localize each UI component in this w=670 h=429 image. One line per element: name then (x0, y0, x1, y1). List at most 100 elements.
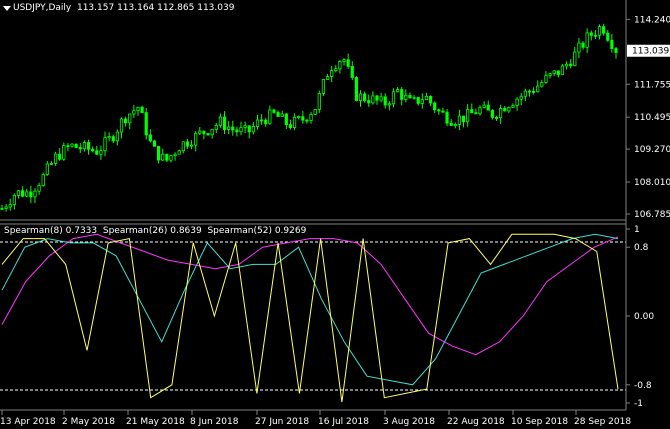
candle (400, 87, 404, 106)
chart-canvas: 114.240 111.755 110.495 109.270 108.010 106.7… (0, 0, 670, 427)
candle (21, 186, 25, 198)
candle (74, 143, 78, 148)
candle (350, 61, 354, 81)
candle (445, 108, 449, 127)
candle (66, 143, 70, 152)
candle (589, 30, 593, 41)
candle (313, 109, 317, 115)
candle (49, 161, 54, 166)
candle (25, 188, 29, 198)
s52-label: Spearman(52) (207, 226, 272, 236)
candle (511, 103, 515, 109)
candle (136, 106, 140, 116)
candle (606, 29, 610, 42)
candle (62, 142, 66, 161)
candle (416, 96, 420, 106)
s8-label: Spearman(8) (4, 226, 63, 236)
candle (119, 117, 124, 139)
candle (482, 101, 486, 109)
candle (354, 76, 358, 102)
spearman8-line (1, 233, 619, 403)
candle (82, 140, 87, 152)
candle (474, 108, 478, 115)
candle (8, 198, 12, 211)
osc-axis: 1 0.8 0.00 -0.8 -1 (626, 225, 654, 409)
candle (420, 93, 424, 109)
candle (132, 104, 136, 118)
candle (16, 190, 21, 199)
osc-tick-label: -0.8 (634, 381, 652, 391)
candle (577, 37, 581, 59)
candle (556, 70, 560, 78)
candle (457, 109, 462, 131)
s26-value: 0.8639 (170, 226, 202, 236)
candle (573, 47, 577, 67)
candle (272, 108, 276, 114)
candle (581, 41, 585, 50)
candle (165, 153, 169, 163)
symbol-label: USDJPY,Daily (13, 3, 72, 13)
current-price-label: 113.039 (632, 47, 669, 57)
candle (173, 152, 177, 161)
candle (243, 121, 247, 134)
candle (317, 90, 321, 114)
candle (346, 53, 350, 69)
candle (0, 204, 4, 210)
current-price-marker: 113.039 (627, 44, 670, 57)
candle (115, 129, 119, 146)
candle (536, 80, 540, 93)
osc-tick-label: -1 (634, 399, 643, 409)
candle (260, 114, 264, 125)
candle (433, 101, 437, 114)
candle (515, 97, 519, 111)
candle (169, 155, 173, 163)
candle (507, 106, 511, 114)
candle (527, 89, 532, 97)
candle (227, 121, 231, 135)
candle (140, 105, 144, 114)
candle (428, 95, 433, 107)
candle (124, 116, 128, 127)
candle (86, 139, 91, 155)
price-tick-label: 111.755 (634, 80, 670, 90)
symbol-header: USDJPY,Daily 113.157 113.164 112.865 113… (13, 3, 234, 13)
symbol-dropdown-icon[interactable] (3, 6, 11, 11)
candle (99, 145, 103, 160)
candle (148, 129, 152, 143)
date-tick-label: 2 May 2018 (62, 417, 115, 427)
candle (222, 111, 227, 134)
candle (185, 138, 190, 149)
price-tick-label: 109.270 (634, 145, 670, 155)
candle (177, 149, 181, 155)
candle (41, 172, 45, 187)
indicator-header: Spearman(8) 0.7333 Spearman(26) 0.8639 S… (4, 226, 306, 236)
date-tick-label: 8 Jun 2018 (190, 417, 239, 427)
price-candles (0, 23, 618, 212)
date-tick-label: 27 Jun 2018 (255, 417, 309, 427)
candle (478, 105, 482, 116)
candle (523, 88, 527, 102)
candle (210, 129, 214, 139)
candle (33, 188, 37, 204)
candle (103, 131, 107, 157)
price-tick-label: 110.495 (634, 113, 670, 123)
candle (334, 65, 338, 73)
candle (301, 110, 305, 124)
candle (499, 104, 503, 124)
candle (466, 104, 470, 127)
candle (342, 58, 346, 66)
candle (367, 94, 371, 107)
candle (593, 30, 597, 40)
candle (156, 145, 161, 164)
candle (412, 95, 416, 100)
candle (395, 87, 400, 93)
candle (29, 185, 33, 204)
candle (494, 115, 499, 121)
candle (12, 193, 16, 210)
candle (4, 204, 8, 212)
candle (585, 28, 589, 53)
candle (540, 79, 544, 88)
candle (53, 151, 58, 166)
candle (206, 133, 210, 136)
date-tick-label: 3 Aug 2018 (383, 417, 435, 427)
